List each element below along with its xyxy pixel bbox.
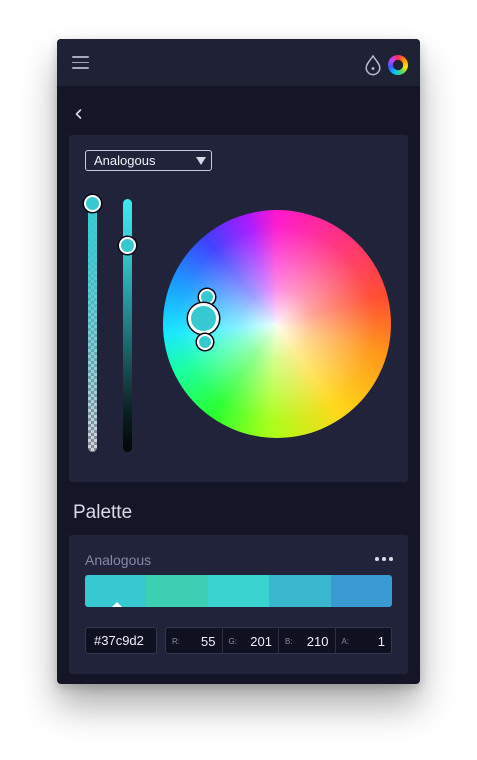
- chevron-left-icon: [75, 109, 82, 119]
- green-input[interactable]: G: 201: [223, 628, 279, 653]
- alpha-slider-thumb[interactable]: [84, 195, 101, 212]
- back-button[interactable]: [71, 106, 87, 122]
- alpha-slider[interactable]: [88, 199, 97, 452]
- color-drop-icon[interactable]: [363, 54, 383, 76]
- palette-swatch[interactable]: [330, 575, 392, 607]
- alpha-input[interactable]: A: 1: [336, 628, 392, 653]
- hex-input[interactable]: #37c9d2: [85, 627, 157, 654]
- palette-name: Analogous: [85, 552, 152, 568]
- top-bar: [57, 39, 420, 86]
- wheel-handle-primary[interactable]: [188, 303, 219, 334]
- palette-swatch[interactable]: [269, 575, 331, 607]
- app-window: Analogous Palette Analogous #37c9d2 R: 5…: [57, 39, 420, 684]
- color-picker-panel: Analogous: [69, 135, 408, 482]
- brightness-slider-thumb[interactable]: [119, 237, 136, 254]
- hamburger-menu-icon[interactable]: [72, 56, 89, 69]
- harmony-mode-value: Analogous: [94, 153, 156, 168]
- harmony-mode-select[interactable]: Analogous: [85, 150, 212, 171]
- palette-swatch[interactable]: [146, 575, 208, 607]
- palette-swatches: [85, 575, 392, 607]
- palette-heading: Palette: [73, 502, 133, 523]
- alpha-value: 1: [377, 634, 385, 649]
- palette-card: Analogous #37c9d2 R: 55 G: 201 B: 210 A:…: [69, 535, 408, 674]
- green-label: G:: [228, 637, 237, 646]
- red-input[interactable]: R: 55: [166, 628, 223, 653]
- blue-label: B:: [285, 637, 293, 646]
- blue-input[interactable]: B: 210: [279, 628, 336, 653]
- red-value: 55: [201, 634, 216, 649]
- blue-value: 210: [306, 634, 329, 649]
- red-label: R:: [172, 637, 180, 646]
- green-value: 201: [250, 634, 272, 649]
- caret-down-icon: [196, 157, 206, 165]
- palette-swatch[interactable]: [207, 575, 270, 607]
- alpha-label: A:: [341, 637, 350, 646]
- color-wheel-icon[interactable]: [387, 54, 409, 76]
- alpha-gradient: [88, 199, 97, 452]
- rgba-inputs: R: 55 G: 201 B: 210 A: 1: [165, 627, 392, 654]
- more-dots-icon[interactable]: [375, 557, 393, 563]
- selected-swatch-indicator: [112, 602, 122, 607]
- wheel-handle-secondary-bottom[interactable]: [197, 334, 213, 350]
